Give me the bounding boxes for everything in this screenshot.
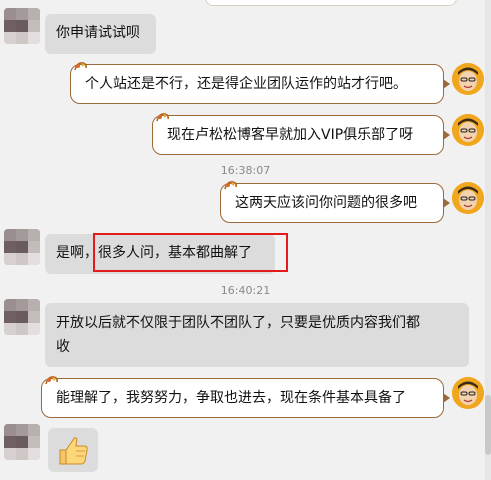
- my-avatar[interactable]: [452, 377, 484, 409]
- thumbs-up-icon: [59, 437, 88, 465]
- message-text-line: 开放以后就不仅限于团队不团队了，只要是优质内容我们都: [56, 315, 420, 331]
- message-text: 现在卢松松博客早就加入VIP俱乐部了呀: [167, 127, 414, 143]
- contact-avatar[interactable]: [4, 299, 40, 335]
- my-avatar[interactable]: [452, 182, 484, 214]
- message-bubble[interactable]: 这两天应该问你问题的很多吧: [220, 181, 450, 223]
- message-text-line: 收: [56, 339, 70, 355]
- message-text: 这两天应该问你问题的很多吧: [235, 195, 417, 211]
- message-bubble[interactable]: 个人站还是不行，还是得企业团队运作的站才行吧。: [70, 62, 450, 104]
- message-timestamp: 16:38:07: [220, 164, 271, 177]
- scrollbar[interactable]: [485, 0, 491, 480]
- message-bubble[interactable]: 能理解了，我努努力，争取也进去，现在条件基本具备了: [41, 376, 450, 418]
- bubble-ornament-icon: [224, 181, 237, 190]
- avatar-face-icon: [452, 114, 484, 146]
- my-avatar[interactable]: [452, 114, 484, 146]
- avatar-face-icon: [452, 182, 484, 214]
- message-text: 你申请试试呗: [56, 25, 140, 41]
- previous-message-edge: [205, 0, 457, 6]
- highlight-box: [93, 233, 288, 272]
- avatar-face-icon: [452, 63, 484, 95]
- my-avatar[interactable]: [452, 63, 484, 95]
- avatar-face-icon: [452, 377, 484, 409]
- chat-history: 你申请试试呗 个人站还是不行，还是得企业团队运作的站才行吧。 现在卢松松博客早就…: [0, 0, 491, 480]
- message-timestamp: 16:40:21: [220, 284, 271, 297]
- bubble-ornament-icon: [45, 376, 58, 385]
- scrollbar-thumb[interactable]: [485, 395, 491, 455]
- bubble-ornament-icon: [156, 113, 169, 122]
- message-bubble[interactable]: 你申请试试呗: [45, 14, 156, 54]
- contact-avatar[interactable]: [4, 8, 40, 44]
- contact-avatar[interactable]: [4, 424, 40, 460]
- message-bubble[interactable]: 现在卢松松博客早就加入VIP俱乐部了呀: [152, 113, 450, 155]
- message-text: 能理解了，我努努力，争取也进去，现在条件基本具备了: [56, 390, 406, 406]
- message-bubble[interactable]: [48, 428, 98, 472]
- message-bubble[interactable]: 开放以后就不仅限于团队不团队了，只要是优质内容我们都 收: [45, 303, 469, 367]
- contact-avatar[interactable]: [4, 229, 40, 265]
- bubble-ornament-icon: [74, 62, 87, 71]
- message-text: 个人站还是不行，还是得企业团队运作的站才行吧。: [85, 76, 407, 92]
